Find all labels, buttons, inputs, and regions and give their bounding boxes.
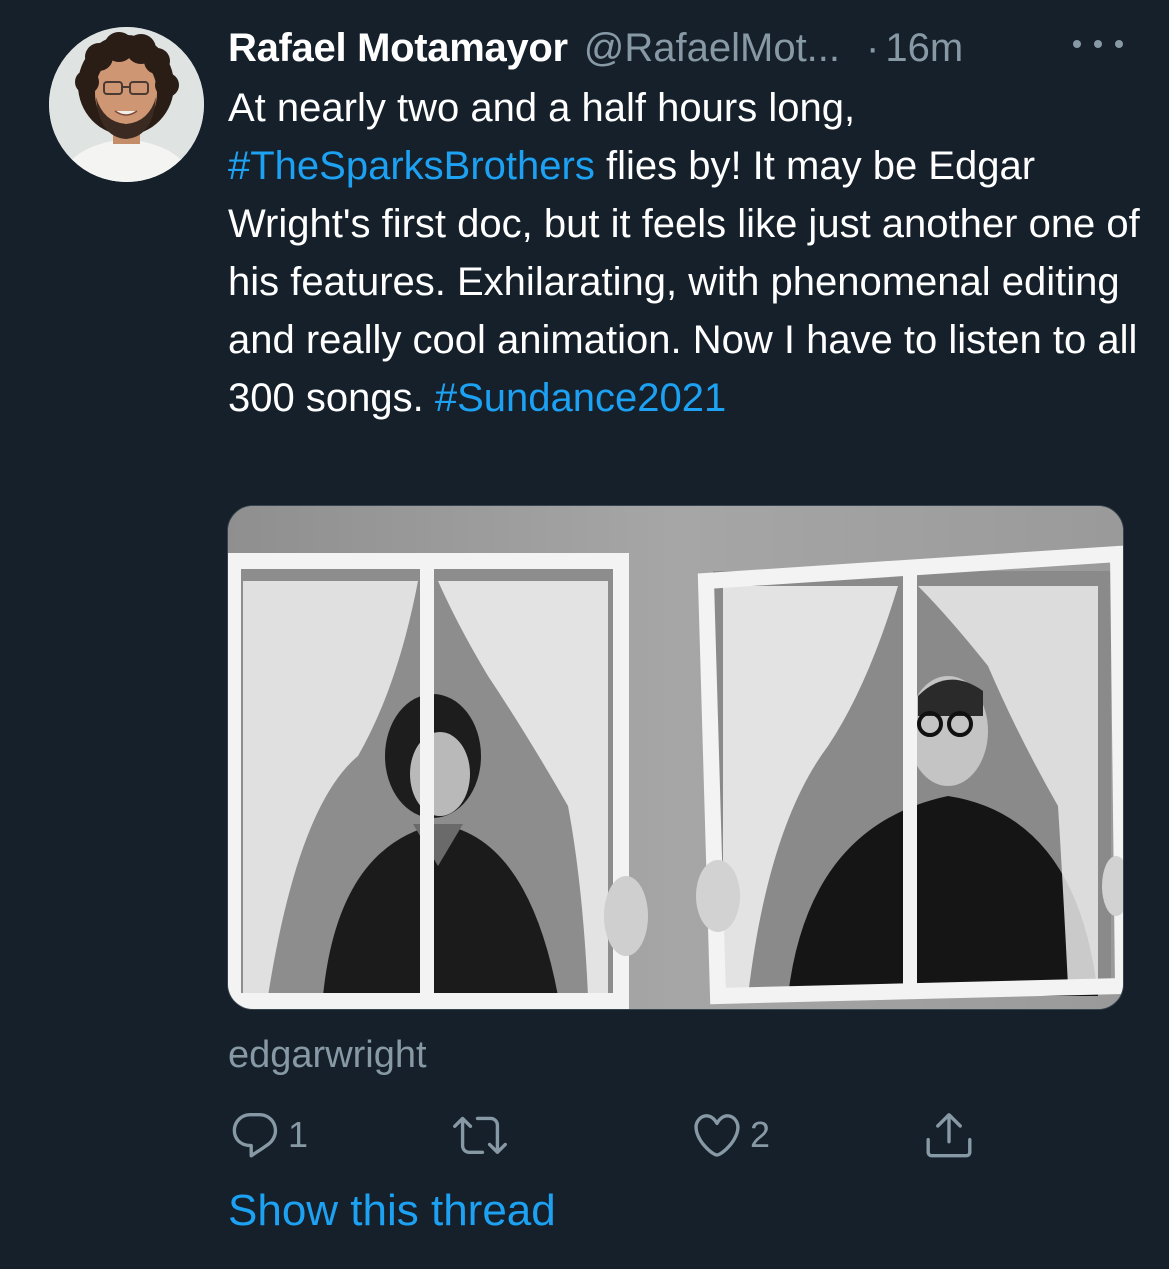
hashtag-link[interactable]: #TheSparksBrothers <box>228 144 595 188</box>
tweet-text-part: At nearly two and a half hours long, <box>228 86 867 130</box>
avatar[interactable] <box>49 27 204 182</box>
hashtag-link[interactable]: #Sundance2021 <box>435 376 726 420</box>
share-button[interactable] <box>922 1108 976 1162</box>
media-image <box>228 506 1123 1009</box>
avatar-image <box>49 27 204 182</box>
share-icon <box>926 1113 972 1158</box>
more-dot <box>1094 40 1102 48</box>
heart-icon <box>694 1114 740 1157</box>
more-dot <box>1073 40 1081 48</box>
like-count: 2 <box>750 1114 771 1155</box>
timestamp[interactable]: 16m <box>885 26 963 71</box>
tweet: Rafael Motamayor @RafaelMot... · 16m At … <box>0 0 1169 1269</box>
more-dot <box>1115 40 1123 48</box>
reply-count: 1 <box>288 1114 309 1155</box>
tweet-text: At nearly two and a half hours long, #Th… <box>228 79 1148 427</box>
retweet-icon <box>453 1116 507 1155</box>
reply-button[interactable]: 1 <box>228 1108 308 1162</box>
retweet-button[interactable] <box>453 1108 513 1162</box>
tweet-media-photo[interactable] <box>227 505 1124 1010</box>
like-button[interactable]: 2 <box>690 1108 770 1162</box>
display-name[interactable]: Rafael Motamayor <box>228 26 568 71</box>
tweet-actions: 1 2 <box>228 1108 988 1162</box>
show-thread-link[interactable]: Show this thread <box>228 1186 556 1236</box>
media-credit[interactable]: edgarwright <box>228 1034 427 1077</box>
more-options-icon[interactable] <box>1073 22 1123 66</box>
user-handle[interactable]: @RafaelMot... <box>584 26 840 71</box>
tweet-header: Rafael Motamayor @RafaelMot... · 16m <box>228 20 1128 76</box>
separator-dot: · <box>866 25 880 70</box>
reply-icon <box>232 1113 278 1158</box>
